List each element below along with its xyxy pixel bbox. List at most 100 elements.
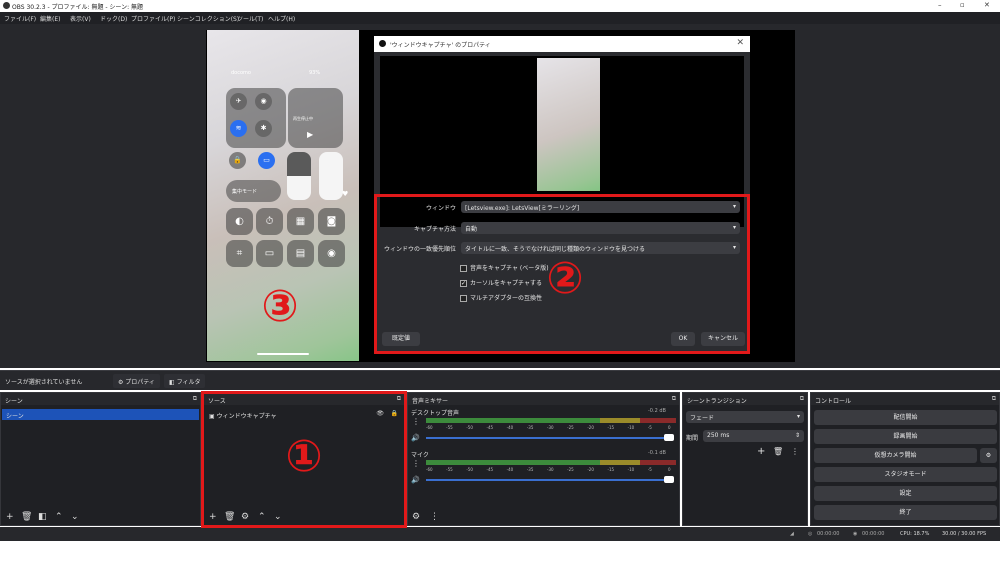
studio-mode-button[interactable]: スタジオモード bbox=[814, 467, 997, 482]
scenes-dock: シーン ⧉ シーン + 🗑 ◧ ⌃ ⌄ bbox=[0, 392, 201, 526]
up-arrow-icon[interactable]: ⌃ bbox=[55, 512, 63, 522]
meter-tick-label: -35 bbox=[526, 425, 534, 430]
menu-scene-collection[interactable]: シーンコレクション(S) bbox=[177, 14, 239, 23]
record-icon: ◉ bbox=[318, 240, 345, 267]
desktop-volume-handle[interactable] bbox=[664, 434, 674, 441]
dialog-title: 'ウィンドウキャプチャ' のプロパティ bbox=[390, 42, 491, 49]
cpu-usage: CPU: 18.7% bbox=[900, 531, 930, 537]
scene-item[interactable]: シーン bbox=[2, 409, 199, 420]
add-icon[interactable]: + bbox=[757, 446, 765, 457]
mic-meter-ticks: -60 -55 -50 -45 -40 -35 -30 -25 -20 -15 -10 -5 0 bbox=[426, 467, 676, 473]
meter-tick-label: -25 bbox=[567, 467, 574, 472]
volume-slider bbox=[319, 152, 343, 200]
speaker-icon[interactable]: 🔊 bbox=[411, 476, 420, 484]
mixer-header: 音声ミキサー ⧉ bbox=[408, 393, 679, 405]
dialog-close-icon[interactable]: ✕ bbox=[736, 38, 744, 48]
desktop-volume-slider[interactable] bbox=[426, 437, 674, 439]
battery-mode-icon: ▭ bbox=[256, 240, 283, 267]
menu-edit[interactable]: 編集(E) bbox=[40, 14, 60, 23]
memo-icon: ▤ bbox=[287, 240, 314, 267]
camera-icon: ◙ bbox=[318, 208, 345, 235]
audio-mixer-dock: 音声ミキサー ⧉ デスクトップ音声 -0.2 dB ⋮ -60 -55 -50 -45-… bbox=[407, 392, 680, 526]
exit-button[interactable]: 終了 bbox=[814, 505, 997, 520]
menu-dock[interactable]: ドック(D) bbox=[100, 14, 127, 23]
mic-label: マイク bbox=[411, 452, 429, 459]
fps-readout: 30.00 / 30.00 FPS bbox=[942, 531, 987, 537]
focus-label: 集中モード bbox=[232, 189, 258, 195]
heart-icon: ♥ bbox=[342, 190, 349, 198]
source-toolbar: ソースが選択されていません ⚙ プロパティ ◧ フィルタ bbox=[0, 370, 1000, 390]
float-icon[interactable]: ⧉ bbox=[193, 395, 197, 403]
properties-label: プロパティ bbox=[125, 379, 155, 386]
gear-icon[interactable]: ⚙ bbox=[412, 512, 420, 522]
scenes-title: シーン bbox=[5, 398, 23, 405]
mic-meter-red bbox=[640, 460, 676, 465]
menu-file[interactable]: ファイル(F) bbox=[4, 14, 36, 23]
meter-tick-label: -10 bbox=[627, 467, 635, 472]
maximize-icon[interactable]: ▫ bbox=[960, 1, 965, 9]
no-source-message: ソースが選択されていません bbox=[5, 379, 83, 386]
desktop-meter-yellow bbox=[600, 418, 640, 423]
menu-help[interactable]: ヘルプ(H) bbox=[268, 14, 295, 23]
start-recording-button[interactable]: 録画開始 bbox=[814, 429, 997, 444]
float-icon[interactable]: ⧉ bbox=[992, 395, 996, 403]
battery-label: 93% bbox=[309, 70, 321, 76]
timer-icon: ⏱ bbox=[256, 208, 283, 235]
filters-button[interactable]: ◧ フィルタ bbox=[164, 374, 206, 388]
duration-label: 期間 bbox=[686, 435, 699, 442]
bluetooth-icon: ✱ bbox=[255, 120, 272, 137]
menu-tools[interactable]: ツール(T) bbox=[237, 14, 263, 23]
kebab-icon[interactable]: ⋮ bbox=[791, 447, 799, 456]
transitions-title: シーントランジション bbox=[687, 398, 747, 405]
settings-button[interactable]: 設定 bbox=[814, 486, 997, 501]
menu-view[interactable]: 表示(V) bbox=[70, 14, 91, 23]
virtual-camera-settings-button[interactable]: ⚙ bbox=[980, 448, 997, 463]
desktop-audio-db: -0.2 dB bbox=[648, 408, 666, 414]
desktop-meter-red bbox=[640, 418, 676, 423]
start-streaming-button[interactable]: 配信開始 bbox=[814, 410, 997, 425]
meter-tick-label: -55 bbox=[446, 467, 453, 472]
mic-volume-slider[interactable] bbox=[426, 479, 674, 481]
meter-tick-label: 0 bbox=[668, 425, 671, 430]
float-icon[interactable]: ⧉ bbox=[800, 395, 804, 403]
start-virtual-camera-button[interactable]: 仮想カメラ開始 bbox=[814, 448, 977, 463]
cellular-icon: ◉ bbox=[255, 93, 272, 110]
meter-tick-label: -20 bbox=[587, 425, 594, 430]
brightness-slider bbox=[287, 152, 311, 200]
meter-tick-label: 0 bbox=[668, 467, 671, 472]
meter-tick-label: -10 bbox=[627, 425, 635, 430]
meter-tick-label: -40 bbox=[506, 467, 514, 472]
kebab-icon[interactable]: ⋮ bbox=[412, 459, 420, 468]
meter-tick-label: -55 bbox=[446, 425, 453, 430]
annotation-number-3: ③ bbox=[261, 281, 299, 332]
down-arrow-icon[interactable]: ⌄ bbox=[71, 512, 79, 522]
mixer-title: 音声ミキサー bbox=[412, 398, 449, 405]
mic-db: -0.1 dB bbox=[648, 450, 666, 456]
close-icon[interactable]: ✕ bbox=[984, 1, 990, 9]
desktop-meter-ticks: -60 -55 -50 -45 -40 -35 -30 -25 -20 -15 -10 -5 0 bbox=[426, 425, 676, 431]
mic-volume-handle[interactable] bbox=[664, 476, 674, 483]
trash-icon[interactable]: 🗑 bbox=[21, 512, 32, 522]
dialog-titlebar: 'ウィンドウキャプチャ' のプロパティ ✕ bbox=[374, 36, 750, 52]
menu-profile[interactable]: プロファイル(P) bbox=[131, 14, 175, 23]
meter-tick-label: -35 bbox=[526, 467, 534, 472]
properties-button[interactable]: ⚙ プロパティ bbox=[113, 374, 160, 388]
kebab-icon[interactable]: ⋮ bbox=[412, 417, 420, 426]
meter-tick-label: -50 bbox=[466, 425, 473, 430]
desktop-audio-label: デスクトップ音声 bbox=[411, 410, 460, 417]
meter-tick-label: -40 bbox=[506, 425, 514, 430]
trash-icon[interactable]: 🗑 bbox=[773, 447, 783, 456]
duration-spinbox[interactable]: 250 ms ⇕ bbox=[703, 430, 804, 442]
float-icon[interactable]: ⧉ bbox=[672, 395, 676, 403]
spin-arrows-icon: ⇕ bbox=[794, 432, 800, 439]
add-icon[interactable]: + bbox=[6, 512, 14, 522]
transition-select[interactable]: フェード ▾ bbox=[686, 411, 804, 423]
record-status-icon: ◉ bbox=[853, 531, 858, 537]
kebab-icon[interactable]: ⋮ bbox=[430, 512, 439, 522]
minimize-icon[interactable]: – bbox=[938, 1, 942, 9]
meter-tick-label: -30 bbox=[547, 425, 554, 430]
music-status: 再生停止中 bbox=[293, 116, 313, 121]
speaker-icon[interactable]: 🔊 bbox=[411, 434, 420, 442]
filter-icon[interactable]: ◧ bbox=[38, 512, 47, 522]
meter-tick-label: -30 bbox=[547, 467, 554, 472]
